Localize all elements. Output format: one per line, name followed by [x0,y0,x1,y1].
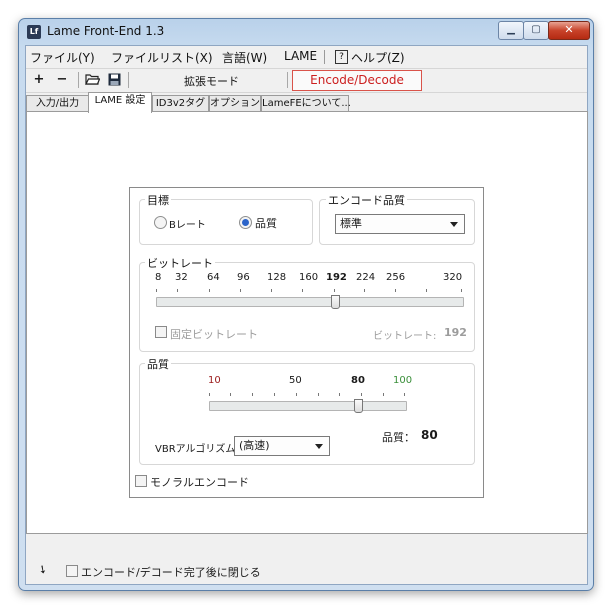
extended-mode-button[interactable]: 拡張モード [184,73,239,89]
help-icon: ? [335,50,348,64]
bitrate-group-label: ビットレート [145,255,215,271]
bitrate-tick-labels: 8 32 64 96 128 160 192 224 256 320 [130,272,483,286]
bitrate-tick-label: 256 [386,272,406,283]
encode-quality-label: エンコード品質 [326,192,407,208]
close-icon: ✕ [564,23,574,36]
tab-about[interactable]: LameFEについて... [261,95,351,112]
chevron-down-icon [315,444,323,449]
fixed-bitrate-label[interactable]: 固定ビットレート [170,326,258,342]
quality-readout-label: 品質： [382,431,415,444]
bitrate-slider-ticks [156,289,462,292]
maximize-icon: ▢ [531,24,541,35]
close-after-checkbox[interactable] [66,565,78,577]
quality-target-radio[interactable] [239,216,252,229]
lame-settings-panel: 目標 Bレート 品質 エンコード品質 標準 ビットレート 8 32 64 96 … [129,187,484,498]
bitrate-tick-label-selected: 192 [326,272,347,283]
add-file-button[interactable]: + [32,71,46,89]
floppy-disk-icon [108,73,120,86]
tab-strip: 入力/出力 LAME 設定 ID3v2タグ オプション LameFEについて..… [26,92,587,113]
close-after-label[interactable]: エンコード/デコード完了後に閉じる [81,564,261,580]
bitrate-tick-label: 320 [443,272,463,283]
arrow-cursor-icon: ➘ [35,561,51,578]
app-icon: Lf [27,25,41,39]
bitrate-slider-thumb[interactable] [331,295,340,309]
folder-open-icon [84,74,100,85]
bitrate-tick-label: 128 [267,272,287,283]
quality-target-label[interactable]: 品質 [255,215,277,231]
quality-group-label: 品質 [145,356,171,372]
menu-file[interactable]: ファイル(Y) [30,49,95,66]
quality-tick-label-selected: 80 [351,375,365,386]
maximize-button[interactable]: ▢ [523,21,549,40]
menu-separator [324,50,325,64]
quality-slider-track[interactable] [209,401,407,411]
bitrate-tick-label: 160 [299,272,319,283]
save-button[interactable] [106,71,122,89]
application-window: Lf Lame Front-End 1.3 ▁ ▢ ✕ ファイル(Y) ファイル… [18,18,594,591]
bitrate-target-radio[interactable] [154,216,167,229]
quality-readout-value: 80 [421,428,438,442]
close-button[interactable]: ✕ [548,21,590,40]
window-title: Lame Front-End 1.3 [47,24,165,38]
toolbar-separator [128,72,129,88]
bitrate-target-label[interactable]: Bレート [169,216,206,231]
remove-file-button[interactable]: − [55,71,69,89]
quality-slider-thumb[interactable] [354,399,363,413]
quality-tick-labels: 10 50 80 100 [130,375,483,389]
target-group-label: 目標 [145,192,171,208]
quality-tick-label: 100 [393,375,413,386]
tab-lame-settings[interactable]: LAME 設定 [88,92,152,113]
bitrate-readout-value: 192 [444,326,467,339]
tab-panel-lame-settings: 目標 Bレート 品質 エンコード品質 標準 ビットレート 8 32 64 96 … [26,111,588,534]
toolbar: + − 拡張モード Encode/Decode [26,68,587,93]
encode-quality-select[interactable]: 標準 [335,214,465,234]
tab-options[interactable]: オプション [209,95,261,112]
quality-slider-ticks [209,393,405,396]
vbr-algorithm-value: (高速) [239,439,270,452]
vbr-algorithm-select[interactable]: (高速) [234,436,330,456]
open-folder-button[interactable] [84,71,100,89]
mono-encode-label[interactable]: モノラルエンコード [150,474,249,490]
bitrate-tick-label: 224 [356,272,376,283]
tab-id3v2[interactable]: ID3v2タグ [152,95,209,112]
toolbar-separator [287,72,288,88]
menu-bar: ファイル(Y) ファイルリスト(X) 言語(W) LAME ? ヘルプ(Z) [26,46,587,67]
menu-lame[interactable]: LAME [284,49,317,63]
mono-encode-checkbox[interactable] [135,475,147,487]
minimize-button[interactable]: ▁ [498,21,524,40]
vbr-algorithm-label: VBRアルゴリズム: [155,444,239,455]
bitrate-tick-label: 32 [175,272,188,283]
client-area: ファイル(Y) ファイルリスト(X) 言語(W) LAME ? ヘルプ(Z) +… [25,45,588,585]
menu-help[interactable]: ヘルプ(Z) [351,49,405,66]
encode-decode-button[interactable]: Encode/Decode [292,70,422,91]
encode-quality-value: 標準 [340,217,362,230]
bitrate-tick-label: 64 [207,272,220,283]
bitrate-tick-label: 96 [237,272,250,283]
menu-filelist[interactable]: ファイルリスト(X) [111,49,213,66]
bitrate-tick-label: 8 [155,272,162,283]
title-bar[interactable]: Lf Lame Front-End 1.3 ▁ ▢ ✕ [19,19,593,45]
chevron-down-icon [450,222,458,227]
quality-tick-label: 50 [289,375,302,386]
toolbar-separator [78,72,79,88]
bitrate-readout-label: ビットレート: [373,331,437,342]
fixed-bitrate-checkbox[interactable] [155,326,167,338]
bitrate-slider-track[interactable] [156,297,464,307]
minimize-icon: ▁ [507,24,515,35]
quality-tick-label: 10 [208,375,221,386]
status-bar: ➘ エンコード/デコード完了後に閉じる [26,558,587,584]
tab-input-output[interactable]: 入力/出力 [26,95,89,112]
menu-language[interactable]: 言語(W) [222,49,267,66]
